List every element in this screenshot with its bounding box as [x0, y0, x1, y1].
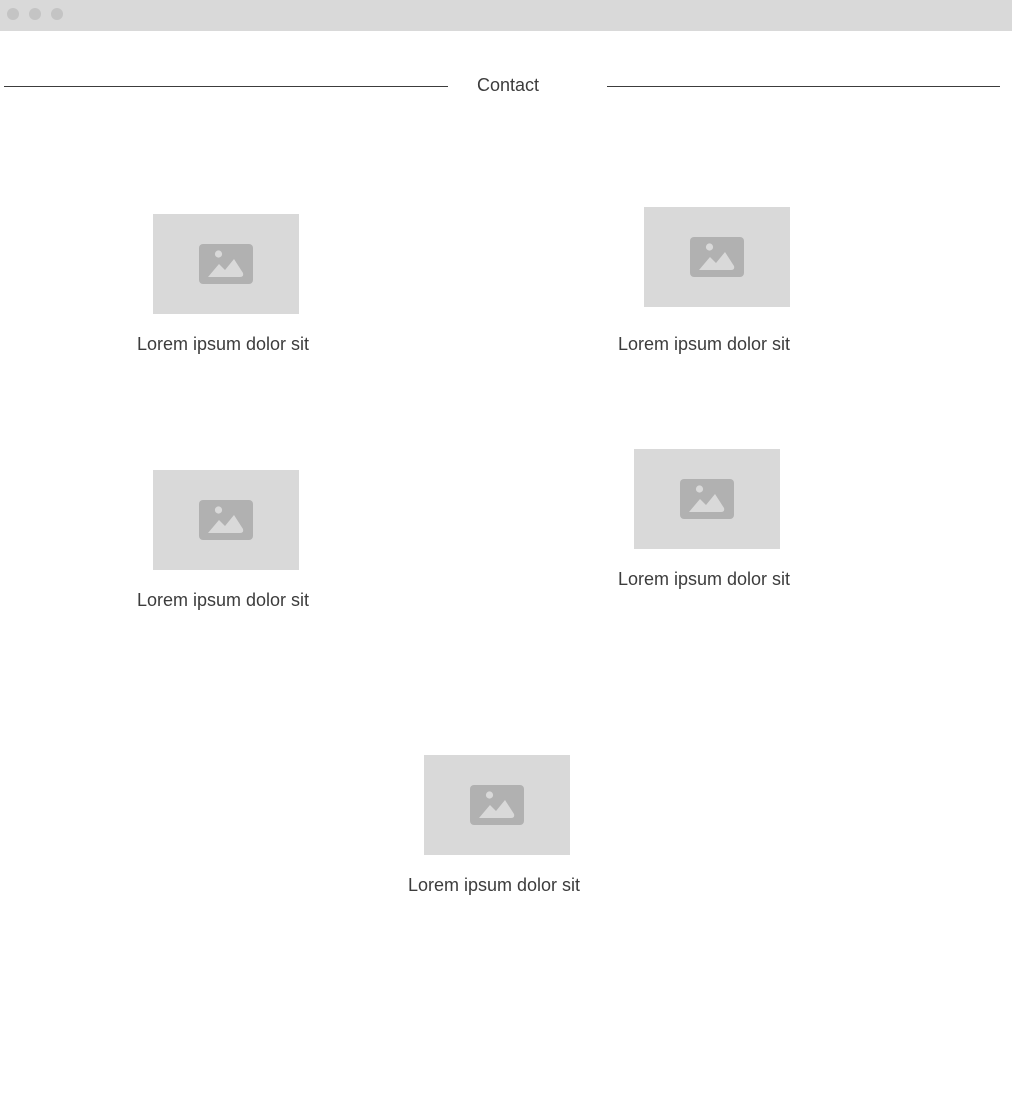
- image-icon: [199, 244, 253, 284]
- image-icon: [680, 479, 734, 519]
- image-placeholder: [424, 755, 570, 855]
- item-caption: Lorem ipsum dolor sit: [617, 334, 791, 354]
- image-placeholder: [644, 207, 790, 307]
- image-placeholder: [153, 214, 299, 314]
- page-title: Contact: [476, 75, 540, 95]
- image-icon: [199, 500, 253, 540]
- heading-divider-right: [607, 86, 1000, 87]
- item-caption: Lorem ipsum dolor sit: [136, 334, 310, 354]
- item-caption: Lorem ipsum dolor sit: [617, 569, 791, 589]
- heading-divider-left: [4, 86, 448, 87]
- window-close-dot[interactable]: [7, 8, 19, 20]
- window-minimize-dot[interactable]: [29, 8, 41, 20]
- window-titlebar: [0, 0, 1012, 31]
- item-caption: Lorem ipsum dolor sit: [136, 590, 310, 610]
- image-placeholder: [153, 470, 299, 570]
- image-icon: [470, 785, 524, 825]
- image-icon: [690, 237, 744, 277]
- item-caption: Lorem ipsum dolor sit: [407, 875, 581, 895]
- window-maximize-dot[interactable]: [51, 8, 63, 20]
- image-placeholder: [634, 449, 780, 549]
